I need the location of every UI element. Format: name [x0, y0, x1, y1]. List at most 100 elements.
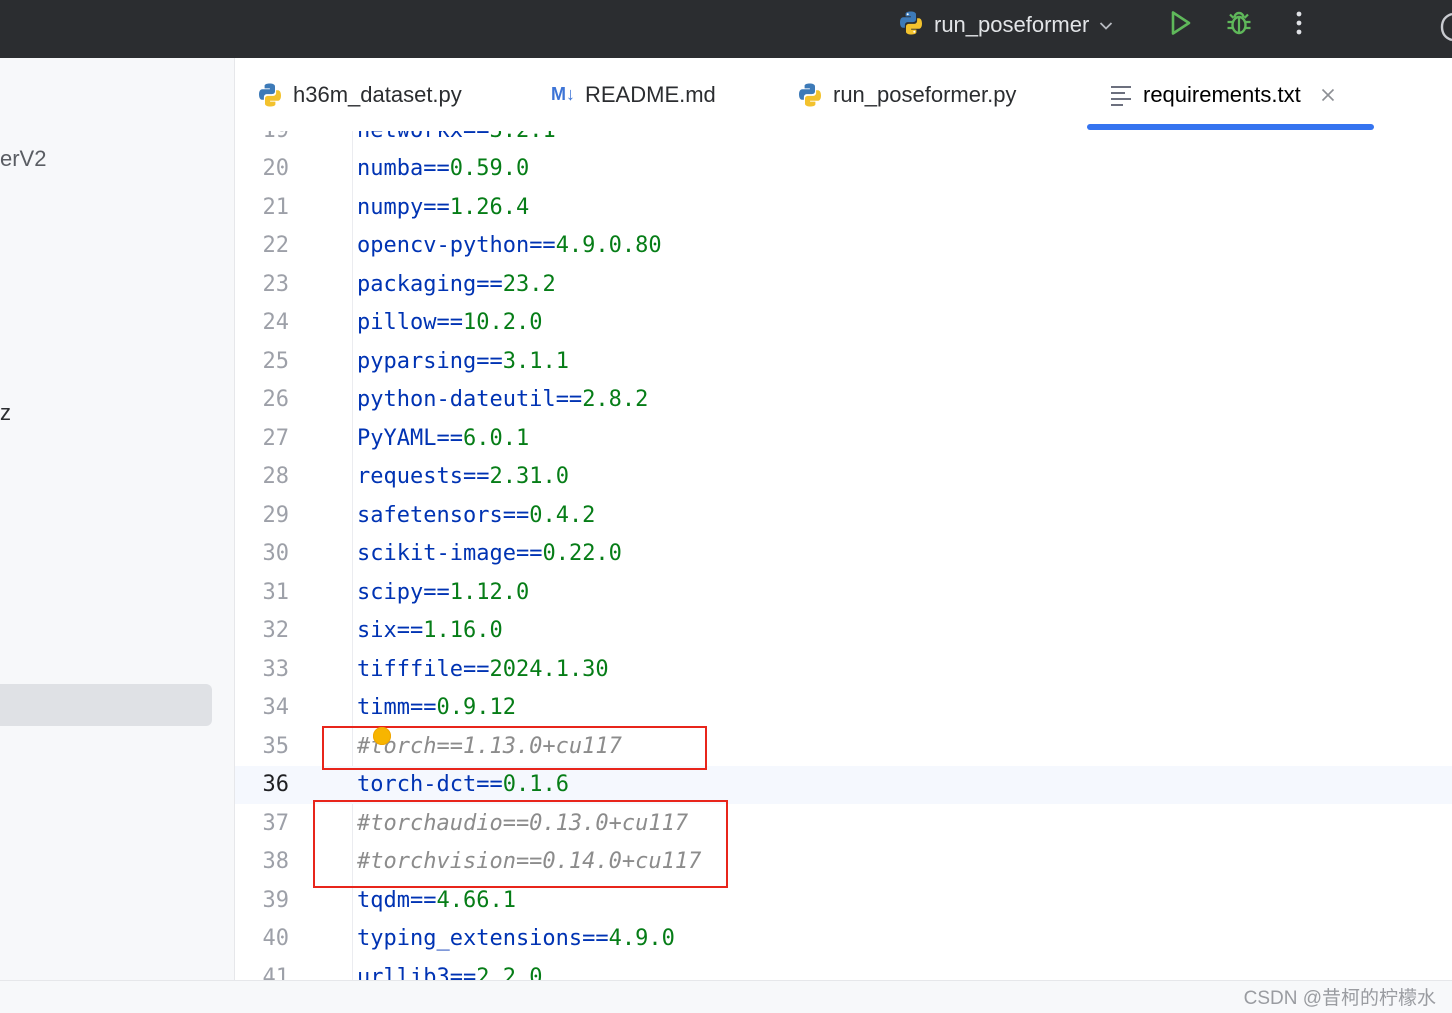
- package-name: torch-dct: [357, 772, 477, 797]
- code-text: urllib3==2.2.0: [357, 959, 542, 981]
- code-line[interactable]: 33 tifffile==2024.1.30: [235, 651, 1452, 689]
- project-tree-item-fragment[interactable]: z: [0, 400, 11, 426]
- chevron-down-icon: [1099, 18, 1113, 36]
- line-number: 32: [262, 618, 290, 643]
- code-text: scikit-image==0.22.0: [357, 535, 622, 573]
- project-tool-window: erV2 z: [0, 58, 235, 980]
- kebab-menu-icon: [1295, 10, 1303, 41]
- code-line[interactable]: 27 PyYAML==6.0.1: [235, 420, 1452, 458]
- code-text: opencv-python==4.9.0.80: [357, 227, 662, 265]
- code-line[interactable]: 26 python-dateutil==2.8.2: [235, 381, 1452, 419]
- run-configuration-selector[interactable]: run_poseformer: [898, 8, 1113, 42]
- code-line[interactable]: 29 safetensors==0.4.2: [235, 497, 1452, 535]
- line-number: 40: [262, 926, 290, 951]
- package-name: typing_extensions: [357, 926, 583, 951]
- code-line[interactable]: 28 requests==2.31.0: [235, 458, 1452, 496]
- line-number: 20: [262, 156, 290, 181]
- package-name: scipy: [357, 579, 424, 605]
- tab-run-poseformer[interactable]: run_poseformer.py: [797, 58, 1016, 131]
- line-number: 22: [262, 233, 290, 258]
- version-operator: ==: [409, 695, 437, 720]
- code-line[interactable]: 20 numba==0.59.0: [235, 150, 1452, 188]
- lightbulb-icon[interactable]: [373, 727, 391, 745]
- version-number: 3.1.1: [502, 348, 569, 374]
- code-text: tifffile==2024.1.30: [357, 651, 609, 689]
- version-operator: ==: [555, 387, 583, 412]
- line-number: 36: [262, 772, 290, 797]
- tab-readme[interactable]: M↓ README.md: [551, 58, 716, 131]
- code-line[interactable]: 19 networkx==3.2.1: [235, 131, 1452, 150]
- play-icon: [1167, 9, 1193, 42]
- version-operator: ==: [463, 131, 490, 143]
- code-line[interactable]: 23 packaging==23.2: [235, 266, 1452, 304]
- project-tree-item-fragment[interactable]: erV2: [0, 146, 46, 172]
- version-operator: ==: [529, 233, 556, 258]
- line-number: 31: [262, 579, 290, 605]
- line-number: 35: [262, 733, 290, 759]
- tab-h36m-dataset[interactable]: h36m_dataset.py: [257, 58, 462, 131]
- more-actions-button[interactable]: [1282, 9, 1316, 41]
- version-operator: ==: [515, 541, 543, 566]
- version-number: 2024.1.30: [489, 656, 609, 682]
- code-line[interactable]: 32 six==1.16.0: [235, 612, 1452, 650]
- version-number: 0.22.0: [542, 541, 622, 566]
- code-line[interactable]: 24 pillow==10.2.0: [235, 304, 1452, 342]
- line-number: 30: [262, 541, 290, 566]
- line-number: 23: [262, 271, 290, 297]
- account-icon[interactable]: [1436, 12, 1452, 47]
- line-number: 24: [262, 310, 290, 335]
- code-line[interactable]: 30 scikit-image==0.22.0: [235, 535, 1452, 573]
- version-operator: ==: [582, 926, 609, 951]
- version-operator: ==: [502, 502, 530, 528]
- package-name: pillow: [357, 310, 437, 335]
- code-line[interactable]: 25 pyparsing==3.1.1: [235, 343, 1452, 381]
- line-number: 29: [262, 502, 290, 528]
- code-text: typing_extensions==4.9.0: [357, 920, 675, 958]
- code-text: python-dateutil==2.8.2: [357, 381, 648, 419]
- line-number: 26: [262, 387, 290, 412]
- line-number: 39: [262, 887, 290, 913]
- code-line[interactable]: 31 scipy==1.12.0: [235, 574, 1452, 612]
- close-icon[interactable]: [1321, 88, 1335, 102]
- debug-button[interactable]: [1222, 9, 1256, 41]
- version-operator: ==: [449, 964, 477, 981]
- version-number: 4.66.1: [436, 887, 516, 913]
- tab-label: run_poseformer.py: [833, 81, 1017, 107]
- version-operator: ==: [476, 348, 503, 374]
- editor-tab-bar: h36m_dataset.py M↓ README.md run_posefor…: [235, 58, 1452, 132]
- code-line[interactable]: 41 urllib3==2.2.0: [235, 959, 1452, 981]
- version-operator: ==: [462, 656, 490, 682]
- version-number: 1.12.0: [449, 579, 530, 605]
- version-operator: ==: [423, 156, 450, 181]
- code-text: networkx==3.2.1: [357, 131, 556, 150]
- code-line[interactable]: 36 torch-dct==0.1.6: [235, 766, 1452, 804]
- highlight-box: [313, 800, 728, 888]
- run-config-label: run_poseformer: [934, 12, 1090, 37]
- status-bar: CSDN @昔柯的柠檬水: [0, 980, 1452, 1013]
- bug-icon: [1224, 8, 1254, 43]
- version-number: 1.26.4: [449, 194, 530, 220]
- package-name: opencv-python: [357, 233, 530, 258]
- code-line[interactable]: 40 typing_extensions==4.9.0: [235, 920, 1452, 958]
- version-number: 2.8.2: [582, 387, 649, 412]
- line-number: 21: [262, 194, 290, 220]
- code-line[interactable]: 34 timm==0.9.12: [235, 689, 1452, 727]
- tab-requirements[interactable]: requirements.txt: [1109, 58, 1335, 131]
- package-name: safetensors: [357, 502, 503, 528]
- package-name: networkx: [357, 131, 463, 143]
- package-name: timm: [357, 695, 410, 720]
- python-file-icon: [257, 82, 283, 108]
- code-line[interactable]: 22 opencv-python==4.9.0.80: [235, 227, 1452, 265]
- code-line[interactable]: 21 numpy==1.26.4: [235, 189, 1452, 227]
- version-number: 23.2: [502, 271, 556, 297]
- version-number: 6.0.1: [462, 425, 530, 451]
- selected-tree-row[interactable]: [0, 684, 212, 726]
- active-tab-indicator: [1087, 124, 1374, 130]
- run-button[interactable]: [1163, 9, 1197, 41]
- package-name: urllib3: [357, 964, 450, 981]
- code-text: torch-dct==0.1.6: [357, 766, 569, 804]
- code-text: six==1.16.0: [357, 612, 503, 650]
- version-operator: ==: [423, 194, 450, 220]
- version-number: 4.9.0: [608, 926, 675, 951]
- python-icon: [898, 10, 924, 41]
